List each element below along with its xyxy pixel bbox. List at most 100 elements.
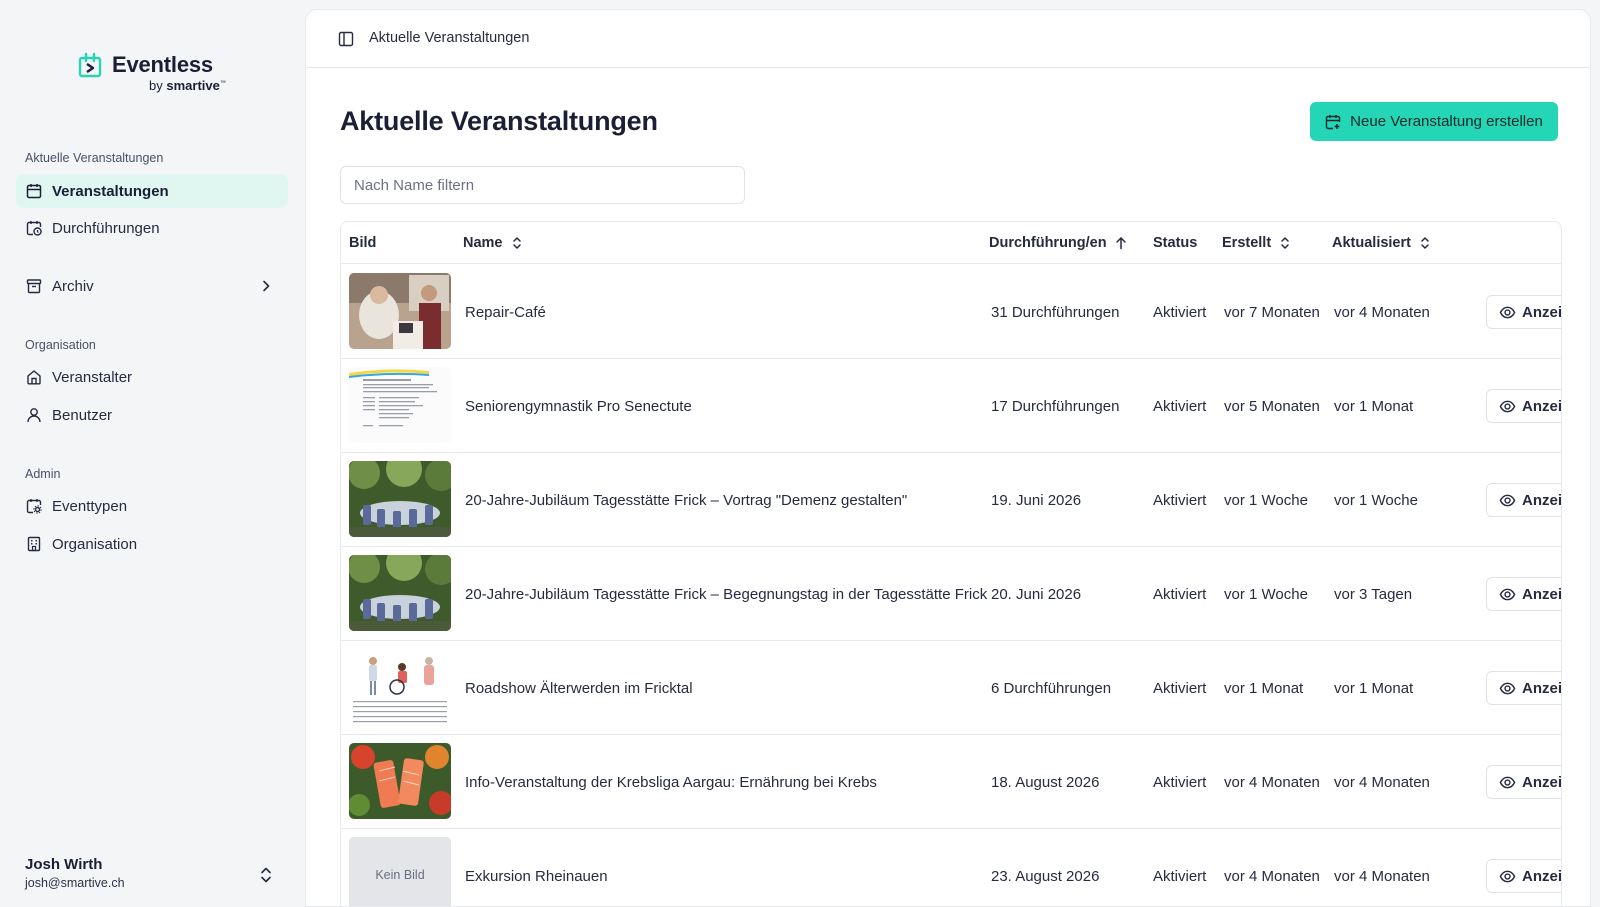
- calendar-cog-icon: [25, 497, 43, 515]
- sidebar-item-label: Durchführungen: [52, 219, 160, 237]
- event-durchfuehrung: 19. Juni 2026: [991, 491, 1082, 509]
- event-name[interactable]: Exkursion Rheinauen: [465, 829, 608, 906]
- event-thumbnail: [349, 273, 451, 349]
- event-aktualisiert: vor 4 Monaten: [1334, 773, 1430, 791]
- event-status: Aktiviert: [1153, 867, 1207, 885]
- event-name[interactable]: Repair-Café: [465, 265, 546, 359]
- eventless-logo-icon: [78, 52, 102, 78]
- sort-updown-icon: [1281, 237, 1289, 249]
- column-header-aktualisiert[interactable]: Aktualisiert: [1332, 222, 1432, 264]
- event-thumbnail: [349, 555, 451, 631]
- column-header-bild: Bild: [349, 222, 376, 264]
- event-name[interactable]: 20-Jahre-Jubiläum Tagesstätte Frick – Be…: [465, 547, 987, 641]
- sidebar-item-veranstalter[interactable]: Veranstalter: [16, 360, 288, 394]
- event-status: Aktiviert: [1153, 773, 1207, 791]
- column-header-name[interactable]: Name: [463, 222, 524, 264]
- sidebar-item-label: Archiv: [52, 277, 94, 295]
- calendar-clock-icon: [25, 219, 43, 237]
- arrow-up-icon: [1115, 237, 1126, 250]
- user-icon: [25, 406, 43, 424]
- event-status: Aktiviert: [1153, 303, 1207, 321]
- brand-name: Eventless: [112, 52, 213, 77]
- table-row[interactable]: Seniorengymnastik Pro Senectute 17 Durch…: [341, 359, 1562, 453]
- event-durchfuehrung: 23. August 2026: [991, 867, 1100, 885]
- table-row[interactable]: Kein Bild Exkursion Rheinauen 23. August…: [341, 829, 1562, 906]
- nav-group-organisation: Organisation: [25, 338, 96, 352]
- header-label: Durchführung/en: [989, 235, 1107, 251]
- table-row[interactable]: 20-Jahre-Jubiläum Tagesstätte Frick – Be…: [341, 547, 1561, 641]
- column-header-durchfuehrung[interactable]: Durchführung/en: [989, 222, 1128, 264]
- event-aktualisiert: vor 3 Tagen: [1334, 585, 1413, 603]
- event-durchfuehrung: 18. August 2026: [991, 773, 1100, 791]
- eye-icon: [1499, 682, 1516, 694]
- event-aktualisiert: vor 1 Monat: [1334, 397, 1414, 415]
- page-title: Aktuelle Veranstaltungen: [340, 106, 658, 136]
- eye-icon: [1499, 400, 1516, 412]
- event-aktualisiert: vor 4 Monaten: [1334, 303, 1430, 321]
- view-button[interactable]: Anzeigen: [1486, 859, 1562, 893]
- no-image-placeholder: Kein Bild: [349, 837, 451, 906]
- sidebar-item-label: Organisation: [52, 535, 138, 553]
- event-durchfuehrung: 31 Durchführungen: [991, 303, 1120, 321]
- view-button[interactable]: Anzeigen: [1486, 295, 1561, 329]
- main-panel: Aktuelle Veranstaltungen Aktuelle Verans…: [305, 9, 1591, 907]
- sidebar-item-benutzer[interactable]: Benutzer: [16, 398, 288, 432]
- sidebar-item-veranstaltungen[interactable]: Veranstaltungen: [16, 174, 288, 208]
- topbar: Aktuelle Veranstaltungen: [306, 10, 1590, 68]
- event-erstellt: vor 1 Woche: [1224, 585, 1308, 603]
- view-button-label: Anzeigen: [1522, 679, 1562, 697]
- event-durchfuehrung: 20. Juni 2026: [991, 585, 1082, 603]
- event-durchfuehrung: 6 Durchführungen: [991, 679, 1112, 697]
- sidebar-item-label: Veranstaltungen: [52, 182, 169, 200]
- events-table: Bild Name Durchführung/en Status Erstell…: [340, 221, 1562, 906]
- sidebar-item-durchfuehrungen[interactable]: Durchführungen: [16, 211, 288, 245]
- table-row[interactable]: Repair-Café 31 Durchführungen Aktiviert …: [341, 265, 1561, 359]
- user-menu[interactable]: Josh Wirth josh@smartive.ch: [25, 856, 285, 896]
- table-row[interactable]: 20-Jahre-Jubiläum Tagesstätte Frick – Vo…: [341, 453, 1562, 547]
- header-label: Name: [463, 235, 503, 251]
- event-name[interactable]: Info-Veranstaltung der Krebsliga Aargau:…: [465, 735, 877, 829]
- column-header-status: Status: [1153, 222, 1197, 264]
- header-label: Bild: [349, 235, 377, 251]
- event-name[interactable]: 20-Jahre-Jubiläum Tagesstätte Frick – Vo…: [465, 453, 907, 547]
- brand-sub-prefix: by: [149, 78, 163, 93]
- event-name[interactable]: Seniorengymnastik Pro Senectute: [465, 359, 692, 453]
- breadcrumb: Aktuelle Veranstaltungen: [369, 30, 530, 46]
- view-button-label: Anzeigen: [1522, 397, 1562, 415]
- event-status: Aktiviert: [1153, 491, 1207, 509]
- event-thumbnail: [349, 461, 451, 537]
- sidebar-item-organisation[interactable]: Organisation: [16, 527, 288, 561]
- user-name: Josh Wirth: [25, 856, 103, 873]
- sidebar-item-archiv[interactable]: Archiv: [16, 269, 288, 303]
- chevron-right-icon: [263, 280, 270, 292]
- brand-sub-mark: ™: [219, 80, 226, 87]
- sidebar-item-eventtypen[interactable]: Eventtypen: [16, 489, 288, 523]
- table-row[interactable]: Info-Veranstaltung der Krebsliga Aargau:…: [341, 735, 1561, 829]
- column-header-erstellt[interactable]: Erstellt: [1222, 222, 1292, 264]
- name-filter-input[interactable]: [340, 166, 745, 204]
- sidebar: Eventless by smartive™ Aktuelle Veransta…: [0, 0, 300, 907]
- building-icon: [25, 535, 43, 553]
- view-button-label: Anzeigen: [1522, 491, 1562, 509]
- nav-group-admin: Admin: [25, 467, 61, 481]
- view-button[interactable]: Anzeigen: [1486, 765, 1561, 799]
- view-button[interactable]: Anzeigen: [1486, 483, 1562, 517]
- brand-logo[interactable]: Eventless by smartive™: [78, 50, 238, 98]
- create-event-label: Neue Veranstaltung erstellen: [1350, 113, 1543, 130]
- eye-icon: [1499, 588, 1516, 600]
- header-label: Erstellt: [1222, 235, 1272, 251]
- view-button-label: Anzeigen: [1522, 867, 1562, 885]
- sidebar-toggle-icon[interactable]: [338, 31, 354, 47]
- table-row[interactable]: Roadshow Älterwerden im Fricktal 6 Durch…: [341, 641, 1562, 735]
- view-button[interactable]: Anzeigen: [1486, 671, 1562, 705]
- eye-icon: [1499, 494, 1516, 506]
- event-erstellt: vor 5 Monaten: [1224, 397, 1320, 415]
- create-event-button[interactable]: Neue Veranstaltung erstellen: [1310, 102, 1558, 141]
- sort-updown-icon: [512, 237, 521, 249]
- user-email: josh@smartive.ch: [25, 876, 125, 890]
- eye-icon: [1499, 870, 1516, 882]
- event-name[interactable]: Roadshow Älterwerden im Fricktal: [465, 641, 693, 735]
- event-thumbnail: [349, 367, 451, 443]
- view-button[interactable]: Anzeigen: [1486, 577, 1561, 611]
- view-button[interactable]: Anzeigen: [1486, 389, 1562, 423]
